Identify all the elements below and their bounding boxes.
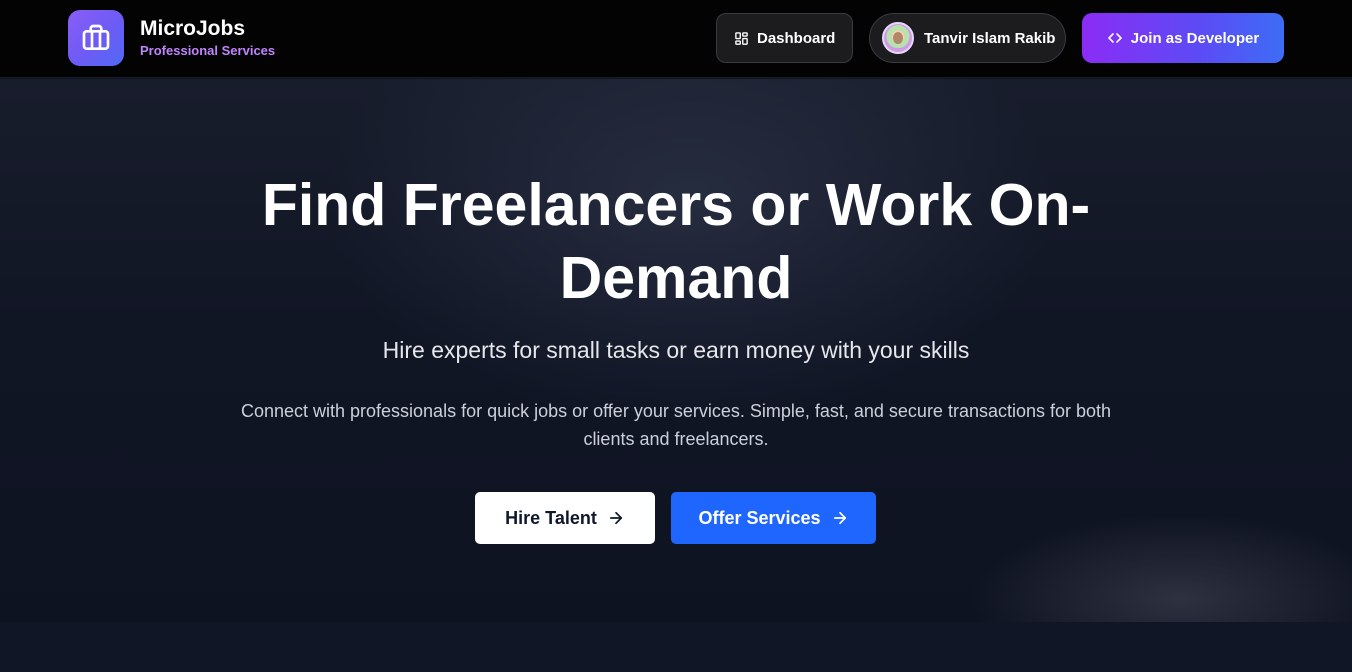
briefcase-icon (82, 24, 110, 50)
brand[interactable]: MicroJobs Professional Services (68, 10, 275, 66)
code-icon (1107, 30, 1123, 46)
user-profile-button[interactable]: Tanvir Islam Rakib (869, 13, 1066, 63)
grid-icon (734, 31, 749, 46)
offer-services-button[interactable]: Offer Services (671, 492, 876, 544)
brand-tagline: Professional Services (140, 43, 276, 58)
join-developer-button[interactable]: Join as Developer (1082, 13, 1284, 63)
join-developer-label: Join as Developer (1130, 29, 1260, 47)
user-name: Tanvir Islam Rakib (924, 29, 1056, 47)
hire-talent-button[interactable]: Hire Talent (475, 492, 655, 544)
hire-talent-label: Hire Talent (505, 507, 597, 528)
hero-subtitle: Hire experts for small tasks or earn mon… (382, 337, 970, 363)
dashboard-button[interactable]: Dashboard (716, 13, 853, 63)
next-section (0, 622, 1352, 672)
top-navbar: MicroJobs Professional Services Dashboar… (0, 0, 1352, 78)
offer-services-label: Offer Services (698, 507, 821, 528)
hero-section: Find Freelancers or Work On-Demand Hire … (0, 79, 1352, 622)
dashboard-label: Dashboard (757, 29, 836, 47)
arrow-right-icon (831, 509, 849, 527)
brand-name: MicroJobs (140, 17, 246, 40)
logo (68, 10, 124, 66)
hero-title: Find Freelancers or Work On-Demand (261, 172, 1091, 311)
arrow-right-icon (607, 509, 625, 527)
hero-description: Connect with professionals for quick job… (240, 401, 1112, 449)
avatar (882, 22, 914, 54)
